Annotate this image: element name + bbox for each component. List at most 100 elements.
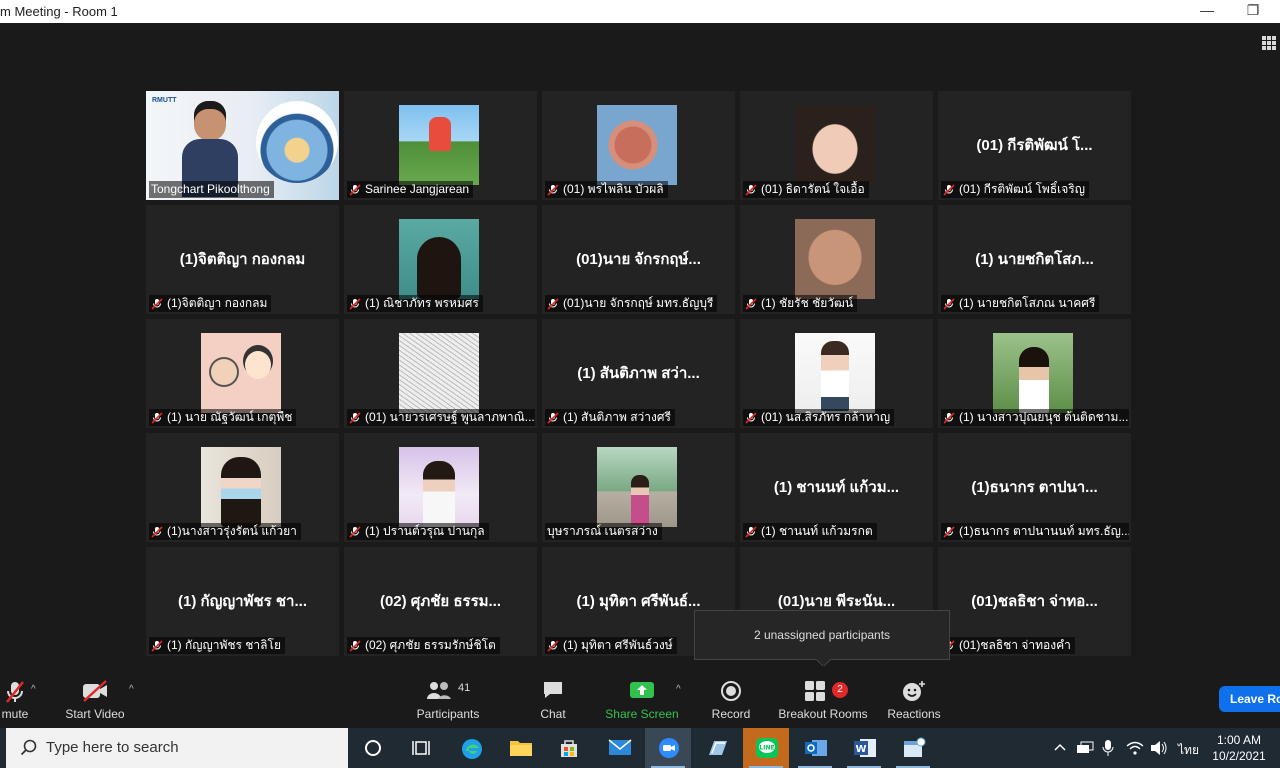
participant-video-tile[interactable]: (1) กัญญาพัชร ชา... (1) กัญญาพัชร ชาลิโย (146, 547, 339, 656)
participant-display-name: (01)นาย จักรกฤษ์... (576, 251, 701, 268)
taskbar-search-box[interactable]: Type here to search (6, 728, 348, 768)
taskbar-store[interactable] (546, 728, 592, 768)
participant-name-label: (1)นางสาวรุ่งรัตน์ แก้วยา (149, 523, 301, 540)
cortana-circle-icon (365, 740, 381, 756)
participants-button[interactable]: 41 Participants (410, 666, 486, 728)
participant-video-thumbnail (399, 333, 479, 413)
participant-display-name: (1)จิตติญา กองกลม (179, 251, 306, 268)
gallery-view-icon[interactable] (1262, 36, 1276, 50)
reactions-button[interactable]: Reactions (882, 666, 946, 728)
audio-options-caret[interactable]: ^ (31, 684, 36, 695)
participant-name: (1) นายชกิตโสภณ นาคศรี (959, 296, 1096, 310)
participant-video-tile[interactable]: (1) ณิชาภัทร พรหมศร (344, 205, 537, 314)
calendar-app-icon (904, 737, 926, 757)
network-device-icon[interactable] (1076, 740, 1094, 756)
participant-video-tile[interactable]: Sarinee Jangjarean (344, 91, 537, 200)
participant-video-tile[interactable]: (01)นาย จักรกฤษ์... (01)นาย จักรกฤษ์ มทร.… (542, 205, 735, 314)
participant-video-tile[interactable]: (01) นายวรเศรษฐ์ พูนลาภพาณิ... (344, 319, 537, 428)
participant-name: (01)นาย จักรกฤษ์ มทร.ธัญบุรี (563, 296, 714, 310)
participant-video-thumbnail (597, 447, 677, 527)
mic-muted-icon (745, 525, 757, 538)
participant-video-thumbnail (399, 105, 479, 185)
participant-name-label: (01) นายวรเศรษฐ์ พูนลาภพาณิ... (347, 409, 535, 426)
participant-video-tile[interactable]: (1) ชัยรัช ชัยวัฒน์ (740, 205, 933, 314)
participant-video-tile[interactable]: (1) นายชกิตโสภ... (1) นายชกิตโสภณ นาคศรี (938, 205, 1131, 314)
participant-name-label: (01) ธิดารัตน์ ใจเอื้อ (743, 181, 869, 198)
input-language-indicator[interactable]: ไทย (1178, 741, 1199, 760)
participant-video-tile[interactable]: (1) สันติภาพ สว่า... (1) สันติภาพ สว่างศร… (542, 319, 735, 428)
participant-video-tile[interactable]: (1) ปรานต์วรุณ ปานกุล (344, 433, 537, 542)
participant-video-tile[interactable]: (1)นางสาวรุ่งรัตน์ แก้วยา (146, 433, 339, 542)
active-speaker-video-tile[interactable]: RMUTT Tongchart Pikoolthong (146, 91, 339, 200)
mic-muted-icon (151, 639, 163, 652)
taskbar-edge[interactable] (448, 728, 494, 768)
participant-video-tile[interactable]: (01)ชลธิชา จ่าทอ... (01)ชลธิชา จ่าทองคำ (938, 547, 1131, 656)
share-options-caret[interactable]: ^ (676, 684, 681, 695)
mic-muted-icon (745, 297, 757, 310)
participant-name-label: (1)ธนากร ตาปนานนท์ มทร.ธัญ... (941, 523, 1129, 540)
participant-video-tile[interactable]: (1)ธนากร ตาปนา... (1)ธนากร ตาปนานนท์ มทร.… (938, 433, 1131, 542)
word-app-icon: W (854, 739, 876, 757)
mic-muted-icon (349, 183, 361, 196)
participant-video-tile[interactable]: (01) พรไพลิน บัวผลิ (542, 91, 735, 200)
participant-name: (1) ณิชาภัทร พรหมศร (365, 296, 479, 310)
video-off-icon (83, 680, 107, 702)
notes-pen-icon (709, 741, 727, 755)
restore-button[interactable]: ❐ (1230, 0, 1276, 23)
record-button[interactable]: Record (706, 666, 756, 728)
chat-bubble-icon (544, 682, 562, 698)
participant-video-thumbnail (795, 105, 875, 185)
line-app-icon: LINE (756, 738, 778, 758)
participant-video-tile[interactable]: บุษราภรณ์ เนตรสว่าง (542, 433, 735, 542)
minimize-button[interactable]: — (1184, 0, 1230, 23)
participant-video-tile[interactable]: (01) ธิดารัตน์ ใจเอื้อ (740, 91, 933, 200)
folder-icon (510, 741, 532, 756)
participant-name: (1)จิตติญา กองกลม (167, 296, 268, 310)
participant-name: (01) นส.สิรภัทร กล้าหาญ (761, 410, 891, 424)
share-screen-icon (630, 682, 654, 698)
leave-room-button[interactable]: Leave Ro (1219, 686, 1280, 712)
show-hidden-icons-chevron-icon[interactable] (1054, 742, 1066, 752)
wifi-icon[interactable] (1126, 740, 1144, 756)
mute-button[interactable]: mute (0, 666, 40, 728)
taskbar-file-explorer[interactable] (497, 728, 543, 768)
mic-muted-icon (943, 297, 955, 310)
cortana-button[interactable] (350, 728, 396, 768)
mic-muted-icon (745, 411, 757, 424)
participant-video-thumbnail (201, 333, 281, 413)
participant-name: (01) ธิดารัตน์ ใจเอื้อ (761, 182, 865, 196)
participant-video-tile[interactable]: (02) ศุภชัย ธรรม... (02) ศุภชัย ธรรมรักษ์… (344, 547, 537, 656)
participant-video-thumbnail (399, 219, 479, 299)
taskbar-notes-app[interactable] (694, 728, 740, 768)
participant-video-tile[interactable]: (1) นางสาวปุณยนุช ต้นติดชาม... (938, 319, 1131, 428)
start-video-button[interactable]: Start Video (60, 666, 130, 728)
participant-video-tile[interactable]: (01) นส.สิรภัทร กล้าหาญ (740, 319, 933, 428)
share-screen-button[interactable]: Share Screen (600, 666, 684, 728)
participant-name-label: (1) ปรานต์วรุณ ปานกุล (347, 523, 489, 540)
task-view-button[interactable] (398, 728, 444, 768)
volume-icon[interactable] (1150, 740, 1168, 756)
search-placeholder: Type here to search (46, 739, 179, 756)
chat-button[interactable]: Chat (528, 666, 578, 728)
participant-video-tile[interactable]: (1) นาย ณัฐวัฒน์ เกตุพืช (146, 319, 339, 428)
taskbar-word[interactable]: W (841, 728, 887, 768)
smiley-plus-icon (903, 681, 925, 701)
window-title: m Meeting - Room 1 (0, 4, 118, 19)
participant-name: (1) สันติภาพ สว่างศรี (563, 410, 671, 424)
participant-name-label: (1) สันติภาพ สว่างศรี (545, 409, 675, 426)
university-logo: RMUTT (152, 97, 177, 104)
participant-video-tile[interactable]: (1)จิตติญา กองกลม (1)จิตติญา กองกลม (146, 205, 339, 314)
mic-muted-icon (151, 525, 163, 538)
participant-name: (1) นางสาวปุณยนุช ต้นติดชาม... (959, 410, 1129, 424)
participant-video-tile[interactable]: (1) ชานนท์ แก้วม... (1) ชานนท์ แก้วมรกต (740, 433, 933, 542)
taskbar-clock[interactable]: 1:00 AM 10/2/2021 (1206, 732, 1272, 764)
taskbar-mail[interactable] (596, 728, 642, 768)
video-options-caret[interactable]: ^ (129, 684, 134, 695)
taskbar-line[interactable]: LINE (743, 728, 789, 768)
taskbar-calendar[interactable] (890, 728, 936, 768)
participant-video-tile[interactable]: (01) กีรติพัฒน์ โ... (01) กีรติพัฒน์ โพธิ… (938, 91, 1131, 200)
taskbar-outlook[interactable] (792, 728, 838, 768)
microphone-icon[interactable] (1102, 739, 1114, 757)
taskbar-zoom[interactable] (645, 728, 691, 768)
breakout-rooms-button[interactable]: 2 Breakout Rooms (774, 666, 872, 728)
